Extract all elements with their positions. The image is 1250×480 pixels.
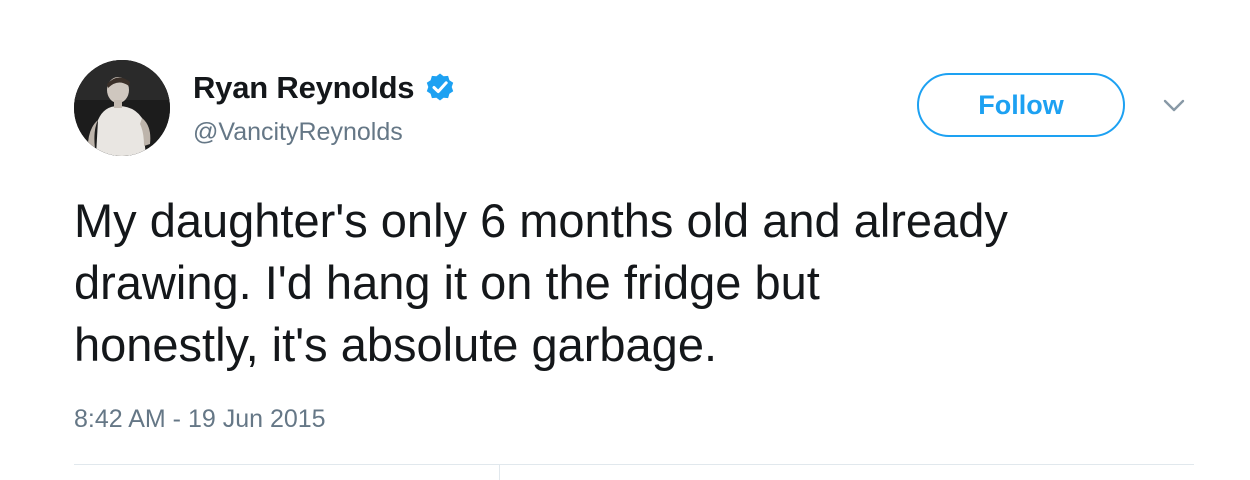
tweet-text: My daughter's only 6 months old and alre… xyxy=(74,190,1214,376)
tweet-text-line: My daughter's only 6 months old and alre… xyxy=(74,194,1008,247)
chevron-down-icon xyxy=(1163,99,1185,112)
tweet-timestamp[interactable]: 8:42 AM - 19 Jun 2015 xyxy=(74,403,326,435)
display-name[interactable]: Ryan Reynolds xyxy=(193,68,415,108)
divider xyxy=(74,464,1194,465)
name-row: Ryan Reynolds xyxy=(193,68,456,108)
user-handle[interactable]: @VancityReynolds xyxy=(193,116,403,148)
follow-button[interactable]: Follow xyxy=(917,73,1125,137)
tweet-text-line: honestly, it's absolute garbage. xyxy=(74,318,718,371)
verified-badge-icon xyxy=(424,72,456,104)
tweet-text-line: drawing. I'd hang it on the fridge but xyxy=(74,256,820,309)
more-options-button[interactable] xyxy=(1160,95,1188,117)
divider-tick xyxy=(499,464,500,480)
avatar-photo-icon xyxy=(74,60,170,156)
avatar[interactable] xyxy=(74,60,170,156)
tweet-card: Ryan Reynolds @VancityReynolds Follow My… xyxy=(0,0,1250,480)
